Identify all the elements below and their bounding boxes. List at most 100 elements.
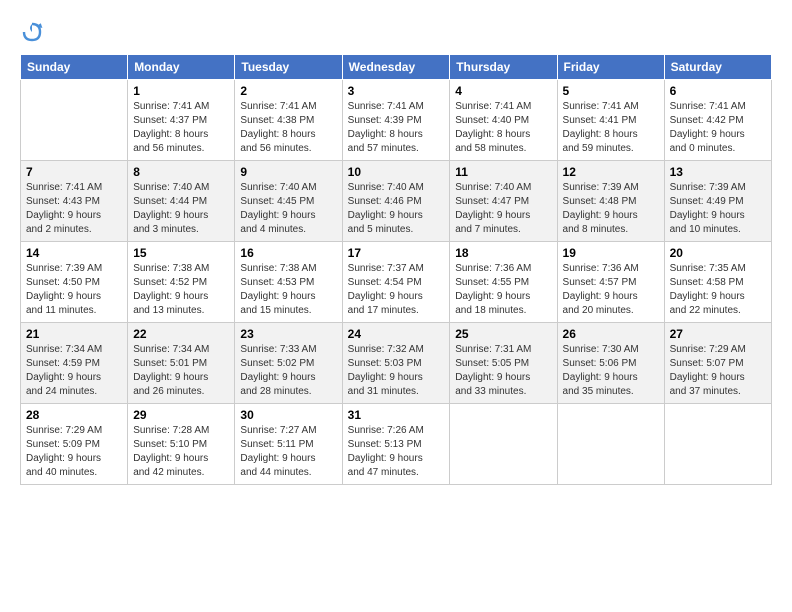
day-info: Sunrise: 7:41 AM Sunset: 4:40 PM Dayligh… (455, 100, 551, 156)
calendar-cell: 5Sunrise: 7:41 AM Sunset: 4:41 PM Daylig… (557, 80, 664, 161)
calendar-cell (557, 404, 664, 485)
day-info: Sunrise: 7:40 AM Sunset: 4:47 PM Dayligh… (455, 181, 551, 237)
calendar-cell: 28 Sunrise: 7:29 AM Sunset: 5:09 PM Dayli… (21, 404, 128, 485)
calendar-cell: 3 Sunrise: 7:41 AM Sunset: 4:39 PM Daylig… (342, 80, 450, 161)
day-number: 20 (670, 246, 766, 260)
calendar-cell: 30 Sunrise: 7:27 AM Sunset: 5:11 PM Dayli… (235, 404, 342, 485)
weekday-header-row: SundayMondayTuesdayWednesdayThursdayFrid… (21, 55, 772, 80)
day-number: 2 (240, 84, 336, 98)
weekday-header-tuesday: Tuesday (235, 55, 342, 80)
calendar-cell: 13 Sunrise: 7:39 AM Sunset: 4:49 PM Dayli… (664, 161, 771, 242)
calendar-cell: 29 Sunrise: 7:28 AM Sunset: 5:10 PM Dayli… (128, 404, 235, 485)
day-info: Sunrise: 7:29 AM Sunset: 5:09 PM Dayligh… (26, 424, 122, 480)
weekday-header-monday: Monday (128, 55, 235, 80)
weekday-header-thursday: Thursday (450, 55, 557, 80)
day-number: 28 (26, 408, 122, 422)
calendar-table: SundayMondayTuesdayWednesdayThursdayFrid… (20, 54, 772, 485)
week-row-1: 7 Sunrise: 7:41 AM Sunset: 4:43 PM Daylig… (21, 161, 772, 242)
day-info: Sunrise: 7:40 AM Sunset: 4:44 PM Dayligh… (133, 181, 229, 237)
day-info: Sunrise: 7:32 AM Sunset: 5:03 PM Dayligh… (348, 343, 445, 399)
day-number: 30 (240, 408, 336, 422)
day-number: 24 (348, 327, 445, 341)
day-number: 10 (348, 165, 445, 179)
day-number: 1 (133, 84, 229, 98)
calendar-cell (21, 80, 128, 161)
calendar-cell: 4 Sunrise: 7:41 AM Sunset: 4:40 PM Daylig… (450, 80, 557, 161)
calendar-cell: 10Sunrise: 7:40 AM Sunset: 4:46 PM Dayli… (342, 161, 450, 242)
day-number: 14 (26, 246, 122, 260)
day-number: 5 (563, 84, 659, 98)
calendar-cell: 11 Sunrise: 7:40 AM Sunset: 4:47 PM Dayli… (450, 161, 557, 242)
week-row-0: 1 Sunrise: 7:41 AM Sunset: 4:37 PM Daylig… (21, 80, 772, 161)
day-number: 23 (240, 327, 336, 341)
calendar-cell: 20 Sunrise: 7:35 AM Sunset: 4:58 PM Dayli… (664, 242, 771, 323)
calendar-cell: 16 Sunrise: 7:38 AM Sunset: 4:53 PM Dayli… (235, 242, 342, 323)
day-info: Sunrise: 7:31 AM Sunset: 5:05 PM Dayligh… (455, 343, 551, 399)
calendar-cell: 19Sunrise: 7:36 AM Sunset: 4:57 PM Dayli… (557, 242, 664, 323)
page-container: SundayMondayTuesdayWednesdayThursdayFrid… (0, 0, 792, 495)
day-info: Sunrise: 7:38 AM Sunset: 4:53 PM Dayligh… (240, 262, 336, 318)
day-info: Sunrise: 7:28 AM Sunset: 5:10 PM Dayligh… (133, 424, 229, 480)
day-number: 18 (455, 246, 551, 260)
calendar-cell: 12Sunrise: 7:39 AM Sunset: 4:48 PM Dayli… (557, 161, 664, 242)
calendar-cell: 25 Sunrise: 7:31 AM Sunset: 5:05 PM Dayli… (450, 323, 557, 404)
day-info: Sunrise: 7:33 AM Sunset: 5:02 PM Dayligh… (240, 343, 336, 399)
day-number: 4 (455, 84, 551, 98)
day-number: 3 (348, 84, 445, 98)
day-number: 27 (670, 327, 766, 341)
calendar-cell: 15 Sunrise: 7:38 AM Sunset: 4:52 PM Dayli… (128, 242, 235, 323)
calendar-cell: 18 Sunrise: 7:36 AM Sunset: 4:55 PM Dayli… (450, 242, 557, 323)
day-number: 17 (348, 246, 445, 260)
calendar-cell: 23 Sunrise: 7:33 AM Sunset: 5:02 PM Dayli… (235, 323, 342, 404)
day-info: Sunrise: 7:39 AM Sunset: 4:50 PM Dayligh… (26, 262, 122, 318)
day-number: 21 (26, 327, 122, 341)
day-info: Sunrise: 7:29 AM Sunset: 5:07 PM Dayligh… (670, 343, 766, 399)
day-info: Sunrise: 7:37 AM Sunset: 4:54 PM Dayligh… (348, 262, 445, 318)
day-info: Sunrise: 7:36 AM Sunset: 4:55 PM Dayligh… (455, 262, 551, 318)
header (20, 20, 772, 44)
day-number: 15 (133, 246, 229, 260)
calendar-cell: 31 Sunrise: 7:26 AM Sunset: 5:13 PM Dayli… (342, 404, 450, 485)
day-info: Sunrise: 7:39 AM Sunset: 4:49 PM Dayligh… (670, 181, 766, 237)
day-info: Sunrise: 7:27 AM Sunset: 5:11 PM Dayligh… (240, 424, 336, 480)
day-number: 8 (133, 165, 229, 179)
day-info: Sunrise: 7:26 AM Sunset: 5:13 PM Dayligh… (348, 424, 445, 480)
calendar-cell: 17 Sunrise: 7:37 AM Sunset: 4:54 PM Dayli… (342, 242, 450, 323)
day-number: 6 (670, 84, 766, 98)
weekday-header-friday: Friday (557, 55, 664, 80)
calendar-cell: 14 Sunrise: 7:39 AM Sunset: 4:50 PM Dayli… (21, 242, 128, 323)
weekday-header-sunday: Sunday (21, 55, 128, 80)
calendar-cell: 1 Sunrise: 7:41 AM Sunset: 4:37 PM Daylig… (128, 80, 235, 161)
calendar-cell: 24 Sunrise: 7:32 AM Sunset: 5:03 PM Dayli… (342, 323, 450, 404)
calendar-cell: 2 Sunrise: 7:41 AM Sunset: 4:38 PM Daylig… (235, 80, 342, 161)
weekday-header-wednesday: Wednesday (342, 55, 450, 80)
day-number: 13 (670, 165, 766, 179)
day-info: Sunrise: 7:41 AM Sunset: 4:38 PM Dayligh… (240, 100, 336, 156)
calendar-cell: 22Sunrise: 7:34 AM Sunset: 5:01 PM Dayli… (128, 323, 235, 404)
day-number: 31 (348, 408, 445, 422)
day-info: Sunrise: 7:34 AM Sunset: 5:01 PM Dayligh… (133, 343, 229, 399)
day-number: 25 (455, 327, 551, 341)
day-info: Sunrise: 7:38 AM Sunset: 4:52 PM Dayligh… (133, 262, 229, 318)
calendar-cell: 21 Sunrise: 7:34 AM Sunset: 4:59 PM Dayli… (21, 323, 128, 404)
day-info: Sunrise: 7:40 AM Sunset: 4:45 PM Dayligh… (240, 181, 336, 237)
day-number: 16 (240, 246, 336, 260)
day-number: 7 (26, 165, 122, 179)
day-info: Sunrise: 7:41 AM Sunset: 4:42 PM Dayligh… (670, 100, 766, 156)
week-row-2: 14 Sunrise: 7:39 AM Sunset: 4:50 PM Dayli… (21, 242, 772, 323)
day-info: Sunrise: 7:34 AM Sunset: 4:59 PM Dayligh… (26, 343, 122, 399)
logo (20, 20, 48, 44)
day-info: Sunrise: 7:41 AM Sunset: 4:39 PM Dayligh… (348, 100, 445, 156)
day-info: Sunrise: 7:41 AM Sunset: 4:43 PM Dayligh… (26, 181, 122, 237)
calendar-cell (450, 404, 557, 485)
calendar-cell: 26Sunrise: 7:30 AM Sunset: 5:06 PM Dayli… (557, 323, 664, 404)
calendar-cell: 7 Sunrise: 7:41 AM Sunset: 4:43 PM Daylig… (21, 161, 128, 242)
day-info: Sunrise: 7:41 AM Sunset: 4:37 PM Dayligh… (133, 100, 229, 156)
calendar-cell: 27 Sunrise: 7:29 AM Sunset: 5:07 PM Dayli… (664, 323, 771, 404)
week-row-3: 21 Sunrise: 7:34 AM Sunset: 4:59 PM Dayli… (21, 323, 772, 404)
day-info: Sunrise: 7:30 AM Sunset: 5:06 PM Dayligh… (563, 343, 659, 399)
day-number: 11 (455, 165, 551, 179)
day-number: 29 (133, 408, 229, 422)
calendar-cell: 9Sunrise: 7:40 AM Sunset: 4:45 PM Daylig… (235, 161, 342, 242)
day-info: Sunrise: 7:35 AM Sunset: 4:58 PM Dayligh… (670, 262, 766, 318)
